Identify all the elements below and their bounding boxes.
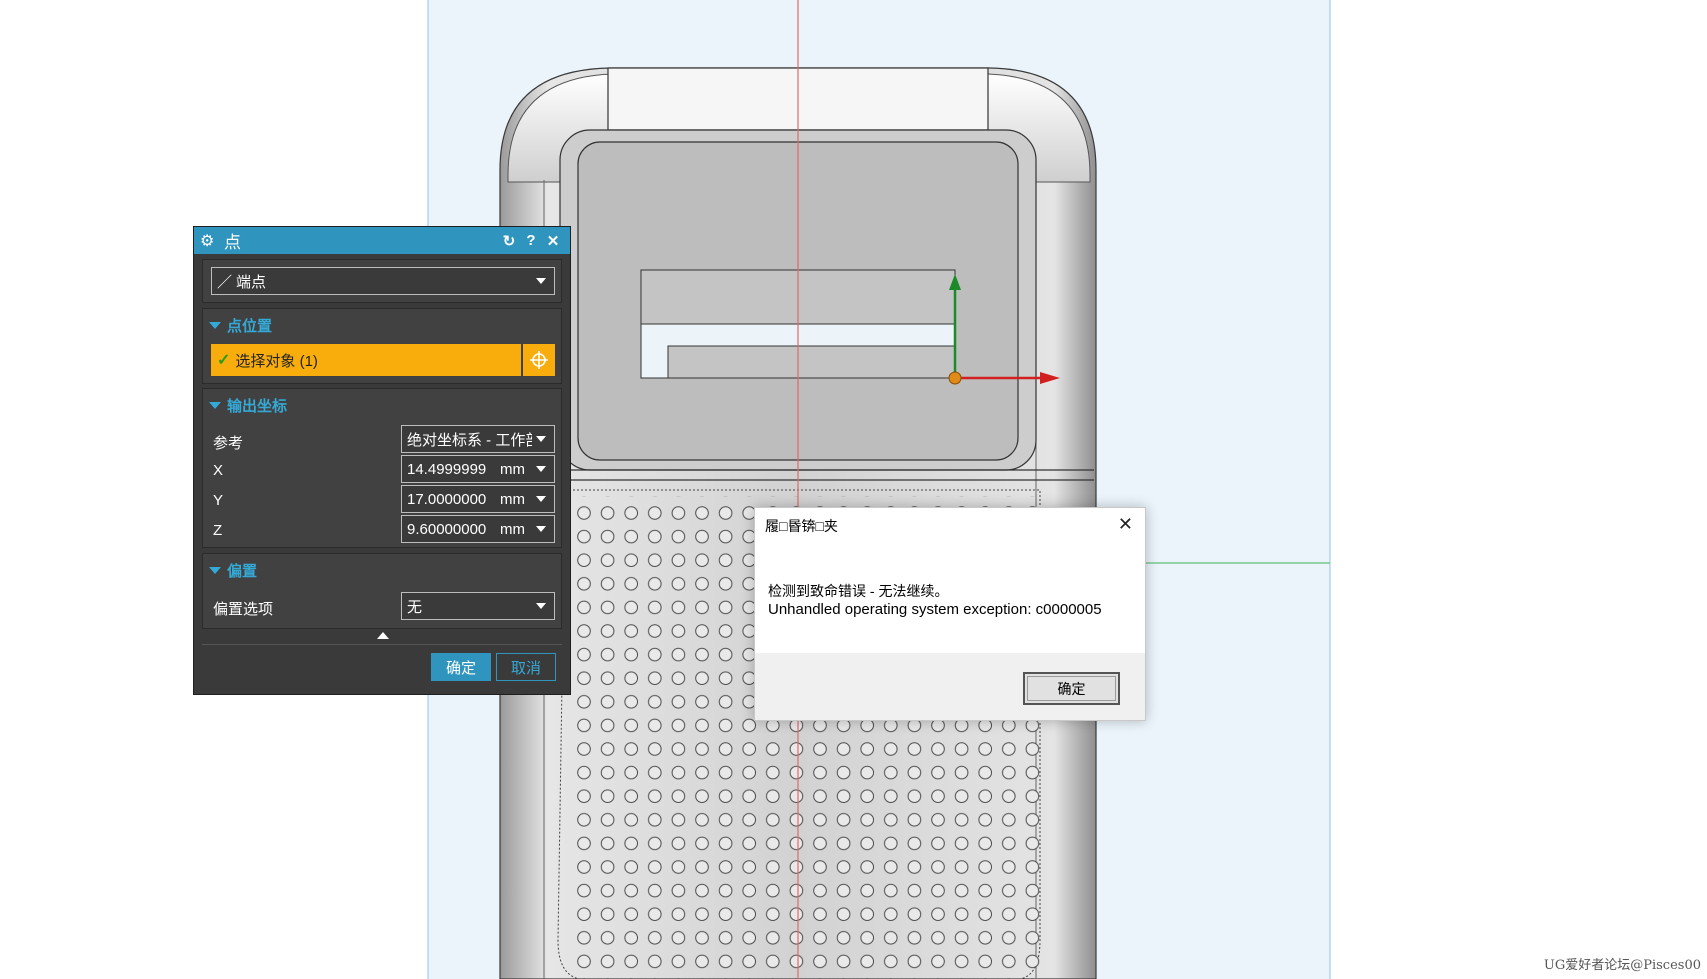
chevron-down-icon bbox=[536, 436, 546, 442]
offset-section: 偏置 偏置选项 无 bbox=[202, 553, 562, 629]
x-label: X bbox=[213, 462, 224, 479]
chevron-down-icon bbox=[536, 278, 546, 284]
selected-point-marker[interactable] bbox=[948, 371, 962, 385]
cancel-button[interactable]: 取消 bbox=[496, 653, 556, 681]
chevron-down-icon bbox=[536, 603, 546, 609]
reference-label: 参考 bbox=[213, 435, 244, 452]
watermark: UG爱好者论坛@Pisces00 bbox=[1543, 958, 1701, 973]
error-message-line2: Unhandled operating system exception: c0… bbox=[768, 601, 1102, 618]
point-location-section: 点位置 ✓ 选择对象 (1) bbox=[202, 308, 562, 384]
y-coordinate-field[interactable]: 17.0000000 mm bbox=[401, 485, 555, 513]
chevron-down-icon bbox=[536, 466, 546, 472]
chevron-down-icon bbox=[536, 526, 546, 532]
checkmark-icon: ✓ bbox=[217, 352, 231, 369]
collapse-dialog-arrow-icon[interactable] bbox=[377, 632, 389, 639]
error-dialog: 履□昬锛□夹 ✕ 检测到致命错误 - 无法继续。 Unhandled opera… bbox=[754, 507, 1146, 721]
point-dialog-titlebar[interactable]: ⚙ 点 ↻ ? ✕ bbox=[194, 227, 570, 254]
select-object-label: 选择对象 (1) bbox=[235, 352, 318, 370]
point-type-select[interactable]: ／ 端点 bbox=[211, 267, 555, 295]
close-icon[interactable]: ✕ bbox=[542, 232, 564, 250]
close-icon[interactable]: ✕ bbox=[1118, 514, 1133, 535]
output-coordinates-section: 输出坐标 参考 绝对坐标系 - 工作部 X 14.4999999 mm Y 17… bbox=[202, 388, 562, 548]
offset-header[interactable]: 偏置 bbox=[209, 560, 257, 581]
collapse-triangle-icon bbox=[209, 567, 221, 574]
dialog-divider bbox=[202, 644, 562, 645]
reset-icon[interactable]: ↻ bbox=[498, 232, 520, 250]
point-type-section: ／ 端点 bbox=[202, 259, 562, 303]
y-label: Y bbox=[213, 492, 224, 509]
error-message-line1: 检测到致命错误 - 无法继续。 bbox=[768, 583, 949, 599]
gear-icon[interactable]: ⚙ bbox=[200, 231, 220, 251]
line-endpoint-icon: ／ bbox=[217, 273, 233, 291]
offset-option-label: 偏置选项 bbox=[213, 601, 274, 618]
error-dialog-title: 履□昬锛□夹 bbox=[765, 518, 838, 534]
point-dialog-button[interactable] bbox=[523, 344, 555, 376]
point-dialog-title: 点 bbox=[224, 233, 241, 252]
x-coordinate-field[interactable]: 14.4999999 mm bbox=[401, 455, 555, 483]
help-icon[interactable]: ? bbox=[520, 232, 542, 249]
error-ok-button[interactable]: 确定 bbox=[1023, 672, 1120, 705]
error-dialog-footer: 确定 bbox=[755, 653, 1145, 720]
point-type-value: 端点 bbox=[236, 273, 267, 291]
ok-button[interactable]: 确定 bbox=[431, 653, 491, 681]
chevron-down-icon bbox=[536, 496, 546, 502]
z-label: Z bbox=[213, 522, 223, 539]
point-dialog: ⚙ 点 ↻ ? ✕ ／ 端点 点位置 ✓ 选择对象 (1) 输出坐标 参考 绝对… bbox=[193, 226, 571, 695]
select-object-row[interactable]: ✓ 选择对象 (1) bbox=[211, 344, 521, 376]
crosshair-icon bbox=[530, 351, 548, 369]
collapse-triangle-icon bbox=[209, 322, 221, 329]
point-location-header[interactable]: 点位置 bbox=[209, 315, 272, 336]
reference-select[interactable]: 绝对坐标系 - 工作部 bbox=[401, 425, 555, 453]
offset-option-select[interactable]: 无 bbox=[401, 592, 555, 620]
z-coordinate-field[interactable]: 9.60000000 mm bbox=[401, 515, 555, 543]
collapse-triangle-icon bbox=[209, 402, 221, 409]
output-coordinates-header[interactable]: 输出坐标 bbox=[209, 395, 287, 416]
